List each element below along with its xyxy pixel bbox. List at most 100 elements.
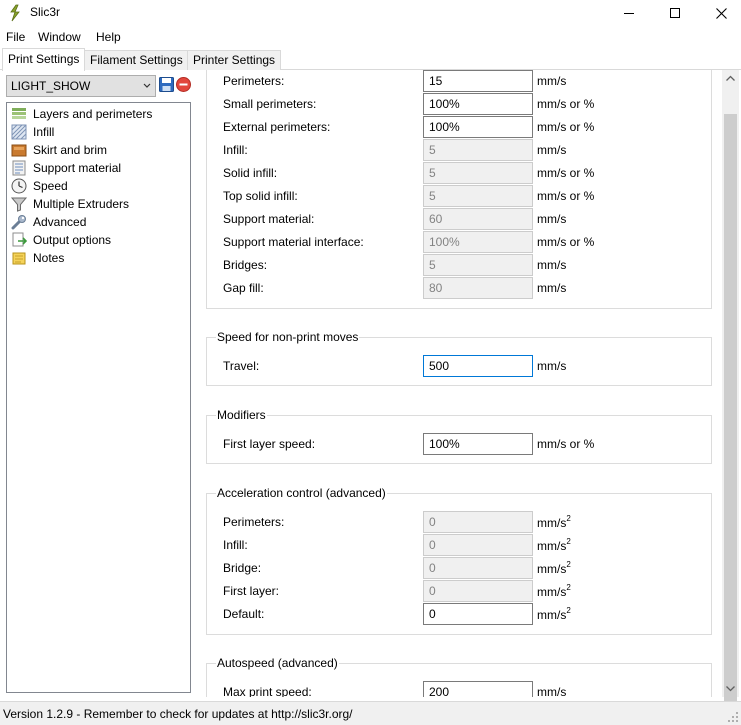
unit-label: mm/s or % [537, 97, 595, 111]
unit-label: mm/s2 [537, 514, 571, 530]
menu-help[interactable]: Help [96, 30, 121, 44]
row-max-print-speed: Max print speed: 200 mm/s [223, 681, 720, 697]
nav-item-infill[interactable]: Infill [11, 123, 54, 141]
scroll-up-icon[interactable] [722, 70, 739, 87]
row-external-perimeters: External perimeters: 100% mm/s or % [223, 116, 720, 138]
group-title: Acceleration control (advanced) [216, 486, 387, 500]
row-small-perimeters: Small perimeters: 100% mm/s or % [223, 93, 720, 115]
unit-label: mm/s2 [537, 606, 571, 622]
funnel-icon [11, 197, 27, 212]
row-accel-infill: Infill: 0 mm/s2 [223, 534, 720, 556]
row-accel-default: Default: 0 mm/s2 [223, 603, 720, 625]
nav-item-speed[interactable]: Speed [11, 177, 68, 195]
group-non-print-moves: Speed for non-print moves Travel: 500 mm… [206, 330, 712, 386]
menu-file[interactable]: File [6, 30, 25, 44]
group-acceleration-control: Acceleration control (advanced) Perimete… [206, 486, 712, 635]
support-material-icon [12, 160, 26, 176]
external-perimeters-speed-input[interactable]: 100% [423, 116, 533, 138]
field-label: Support material: [223, 212, 315, 226]
settings-tabs: Print Settings Filament Settings Printer… [0, 48, 741, 71]
unit-label: mm/s [537, 258, 567, 272]
nav-item-advanced[interactable]: Advanced [11, 213, 86, 231]
unit-label: mm/s or % [537, 166, 595, 180]
bridges-speed-input: 5 [423, 254, 533, 276]
wrench-icon [11, 215, 26, 230]
default-acceleration-input[interactable]: 0 [423, 603, 533, 625]
nav-item-label: Support material [33, 161, 122, 175]
group-modifiers: Modifiers First layer speed: 100% mm/s o… [206, 408, 712, 464]
field-label: Perimeters: [223, 74, 285, 88]
slic3r-logo-icon [10, 4, 20, 22]
status-text: Version 1.2.9 - Remember to check for up… [3, 707, 353, 721]
row-accel-bridge: Bridge: 0 mm/s2 [223, 557, 720, 579]
nav-item-support-material[interactable]: Support material [11, 159, 121, 177]
group-title: Modifiers [216, 408, 267, 422]
menu-bar: File Window Help [0, 27, 741, 45]
row-bridges: Bridges: 5 mm/s [223, 254, 720, 276]
delete-preset-icon[interactable] [176, 77, 191, 92]
minimize-button[interactable] [606, 0, 652, 26]
speed-settings-panel: Perimeters: 15 mm/s Small perimeters: 10… [200, 70, 720, 697]
unit-label: mm/s2 [537, 583, 571, 599]
unit-label: mm/s or % [537, 235, 595, 249]
resize-grip-icon[interactable] [727, 711, 739, 723]
close-button[interactable] [698, 0, 741, 26]
scrollbar-thumb[interactable] [724, 114, 737, 708]
field-label: Max print speed: [223, 685, 312, 697]
unit-label: mm/s or % [537, 120, 595, 134]
preset-select-value: LIGHT_SHOW [11, 79, 91, 93]
bridge-acceleration-input: 0 [423, 557, 533, 579]
nav-item-notes[interactable]: Notes [11, 249, 64, 267]
nav-item-multiple-extruders[interactable]: Multiple Extruders [11, 195, 129, 213]
first-layer-acceleration-input: 0 [423, 580, 533, 602]
support-material-speed-input: 60 [423, 208, 533, 230]
nav-item-output-options[interactable]: Output options [11, 231, 111, 249]
menu-window[interactable]: Window [38, 30, 81, 44]
tab-filament-settings[interactable]: Filament Settings [84, 50, 189, 70]
tab-print-settings[interactable]: Print Settings [2, 48, 86, 71]
perimeters-speed-input[interactable]: 15 [423, 70, 533, 92]
field-label: Small perimeters: [223, 97, 317, 111]
row-solid-infill: Solid infill: 5 mm/s or % [223, 162, 720, 184]
nav-item-layers-and-perimeters[interactable]: Layers and perimeters [11, 105, 152, 123]
unit-label: mm/s [537, 74, 567, 88]
field-label: Bridges: [223, 258, 268, 272]
field-label: Default: [223, 607, 265, 621]
save-preset-icon[interactable] [159, 77, 174, 92]
nav-item-label: Speed [33, 179, 68, 193]
skirt-brim-icon [11, 144, 27, 157]
layers-icon [12, 108, 26, 119]
group-title: Speed for non-print moves [216, 330, 360, 344]
close-icon [715, 7, 727, 19]
content-scrollbar[interactable] [722, 70, 739, 708]
nav-item-label: Multiple Extruders [33, 197, 130, 211]
group-title: Autospeed (advanced) [216, 656, 339, 670]
unit-label: mm/s2 [537, 537, 571, 553]
infill-speed-input: 5 [423, 139, 533, 161]
unit-label: mm/s [537, 281, 567, 295]
infill-icon [11, 124, 27, 140]
preset-select[interactable]: LIGHT_SHOW [6, 75, 156, 97]
unit-label: mm/s [537, 212, 567, 226]
field-label: Travel: [223, 359, 260, 373]
unit-label: mm/s2 [537, 560, 571, 576]
travel-speed-input[interactable]: 500 [423, 355, 533, 377]
row-perimeters: Perimeters: 15 mm/s [223, 70, 720, 92]
output-icon [12, 232, 27, 247]
scroll-down-icon[interactable] [722, 680, 739, 697]
settings-nav-tree: Layers and perimeters Infill Skirt and b… [6, 102, 191, 693]
perimeters-acceleration-input: 0 [423, 511, 533, 533]
field-label: Solid infill: [223, 166, 278, 180]
maximize-button[interactable] [652, 0, 698, 26]
chevron-down-icon [143, 83, 151, 88]
max-print-speed-input[interactable]: 200 [423, 681, 533, 697]
row-infill: Infill: 5 mm/s [223, 139, 720, 161]
tab-printer-settings[interactable]: Printer Settings [187, 50, 282, 70]
row-support-material: Support material: 60 mm/s [223, 208, 720, 230]
row-accel-perimeters: Perimeters: 0 mm/s2 [223, 511, 720, 533]
small-perimeters-speed-input[interactable]: 100% [423, 93, 533, 115]
support-interface-speed-input: 100% [423, 231, 533, 253]
nav-item-skirt-and-brim[interactable]: Skirt and brim [11, 141, 107, 159]
first-layer-speed-input[interactable]: 100% [423, 433, 533, 455]
field-label: Infill: [223, 143, 248, 157]
